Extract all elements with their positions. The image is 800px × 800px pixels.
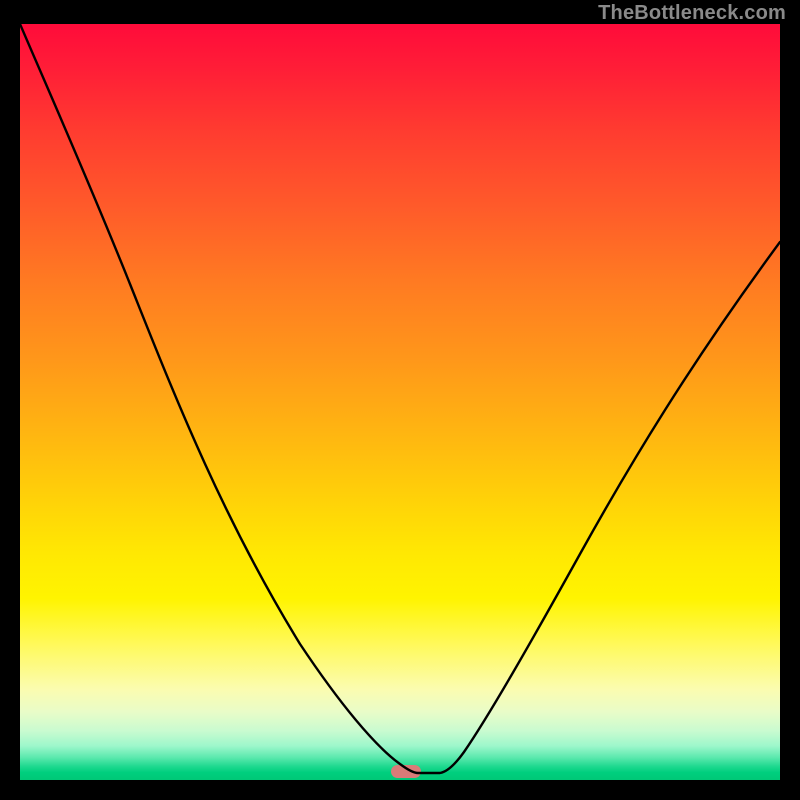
bottleneck-curve [20,24,780,780]
chart-frame: TheBottleneck.com [0,0,800,800]
curve-path [20,24,780,773]
plot-area [20,24,780,780]
watermark-text: TheBottleneck.com [598,2,786,25]
